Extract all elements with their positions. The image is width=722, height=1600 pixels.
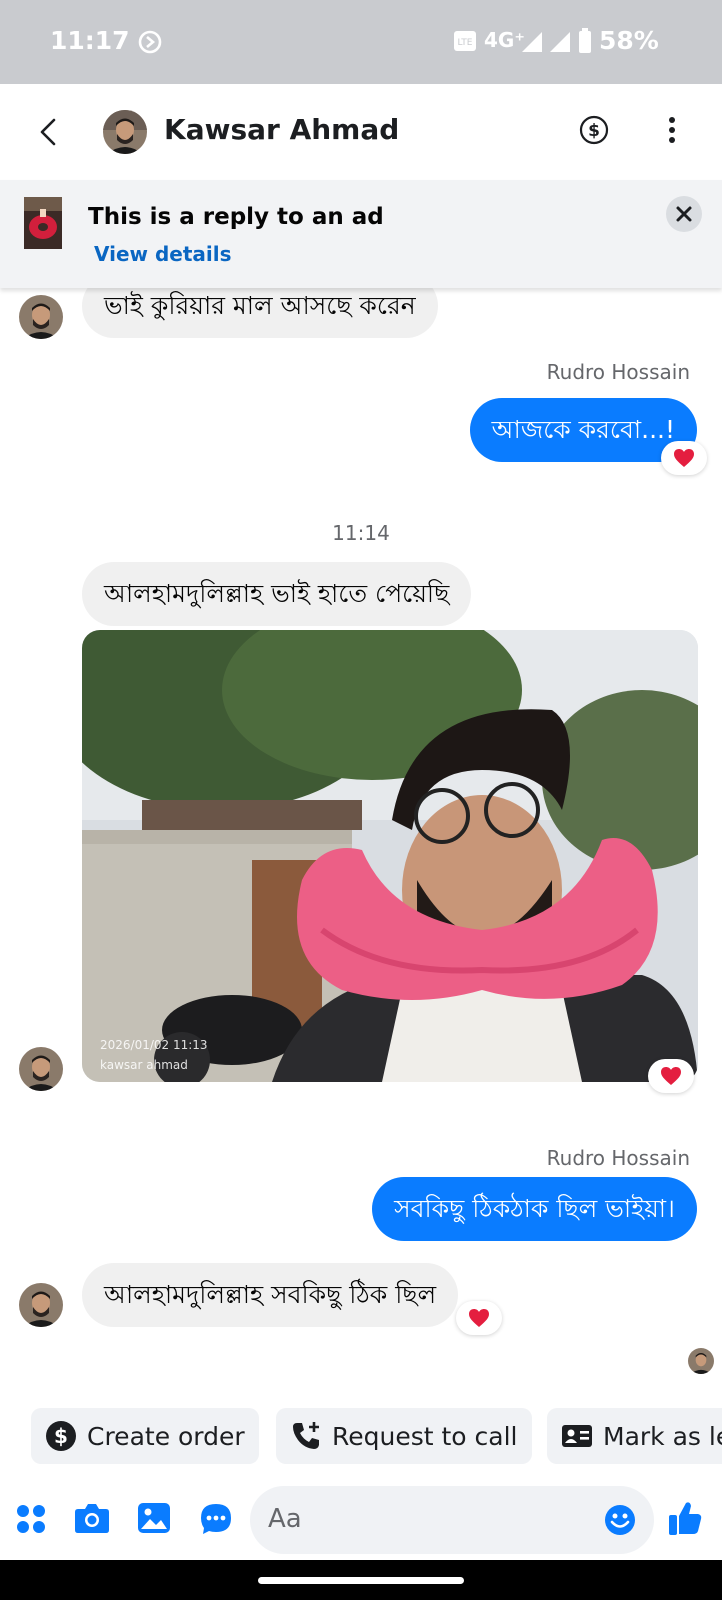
thumbs-up-icon[interactable] <box>668 1500 702 1536</box>
camera-icon[interactable] <box>74 1502 110 1534</box>
svg-text:$: $ <box>54 1424 68 1448</box>
heart-reaction[interactable] <box>648 1059 694 1093</box>
create-order-button[interactable]: $ Create order <box>31 1408 259 1464</box>
message-list[interactable]: ভাই কুরিয়ার মাল আসছে করেন Rudro Hossain… <box>0 288 722 1396</box>
heart-icon <box>661 1067 681 1085</box>
phone-plus-icon <box>293 1422 319 1449</box>
status-bar: 11:17 LTE 4G⁺ 58% <box>0 0 722 84</box>
ad-thumbnail[interactable] <box>24 197 62 249</box>
sender-name: Rudro Hossain <box>546 360 690 384</box>
create-order-label: Create order <box>87 1421 245 1451</box>
seen-avatar <box>688 1348 714 1374</box>
back-arrow-icon[interactable] <box>30 112 70 152</box>
gallery-icon[interactable] <box>137 1502 171 1534</box>
heart-reaction[interactable] <box>456 1301 502 1335</box>
close-icon <box>676 206 692 222</box>
heart-icon <box>469 1309 489 1327</box>
more-options-icon[interactable] <box>662 114 682 146</box>
view-details-link[interactable]: View details <box>94 242 232 266</box>
chat-bubble-icon[interactable] <box>199 1502 233 1536</box>
request-to-call-label: Request to call <box>332 1421 518 1451</box>
dollar-circle-icon: $ <box>46 1421 76 1451</box>
contact-name[interactable]: Kawsar Ahmad <box>164 113 399 146</box>
ad-banner-title: This is a reply to an ad <box>88 204 384 230</box>
signal-icon-1 <box>522 32 542 52</box>
photo-date-stamp: 2026/01/02 11:13 <box>100 1038 208 1052</box>
contact-avatar[interactable] <box>103 110 147 154</box>
contact-card-icon <box>562 1425 592 1447</box>
sender-name: Rudro Hossain <box>546 1146 690 1170</box>
incoming-message[interactable]: আলহামদুলিল্লাহ ভাই হাতে পেয়েছি <box>82 562 472 626</box>
system-nav-bar <box>0 1560 722 1600</box>
volte-icon: LTE <box>454 31 476 51</box>
mark-as-button[interactable]: Mark as le <box>547 1408 722 1464</box>
network-type: 4G⁺ <box>484 28 525 52</box>
dnd-icon <box>138 30 162 54</box>
status-time: 11:17 <box>50 26 130 55</box>
chat-header: Kawsar Ahmad $ <box>0 84 722 180</box>
avatar[interactable] <box>19 1283 63 1327</box>
avatar[interactable] <box>19 295 63 339</box>
request-to-call-button[interactable]: Request to call <box>276 1408 532 1464</box>
signal-icon-2 <box>550 32 570 52</box>
quick-actions-bar: $ Create order Request to call Mark as l… <box>0 1408 722 1466</box>
battery-icon <box>579 28 591 53</box>
photo-name-stamp: kawsar ahmad <box>100 1058 188 1072</box>
incoming-message[interactable]: আলহামদুলিল্লাহ সবকিছু ঠিক ছিল <box>82 1263 459 1327</box>
ad-reply-banner: This is a reply to an ad View details <box>0 180 722 288</box>
message-input-placeholder: Aa <box>268 1504 302 1534</box>
photo-message[interactable]: 2026/01/02 11:13 kawsar ahmad <box>82 630 698 1082</box>
svg-text:LTE: LTE <box>458 38 473 48</box>
heart-reaction[interactable] <box>661 441 707 475</box>
svg-text:$: $ <box>588 121 600 141</box>
incoming-message[interactable]: ভাই কুরিয়ার মাল আসছে করেন <box>82 288 438 338</box>
message-input[interactable]: Aa <box>250 1486 654 1554</box>
heart-icon <box>674 449 694 467</box>
outgoing-message[interactable]: সবকিছু ঠিকঠাক ছিল ভাইয়া। <box>372 1177 697 1241</box>
time-divider: 11:14 <box>332 521 390 545</box>
home-gesture-handle[interactable] <box>258 1577 464 1584</box>
avatar[interactable] <box>19 1047 63 1091</box>
apps-grid-icon[interactable] <box>16 1504 46 1534</box>
battery-percent: 58% <box>599 26 659 55</box>
composer-bar: Aa <box>0 1480 722 1560</box>
emoji-icon[interactable] <box>604 1504 636 1536</box>
mark-as-label: Mark as le <box>603 1421 722 1451</box>
payment-dollar-icon[interactable]: $ <box>578 114 610 146</box>
close-ad-banner-button[interactable] <box>666 196 702 232</box>
